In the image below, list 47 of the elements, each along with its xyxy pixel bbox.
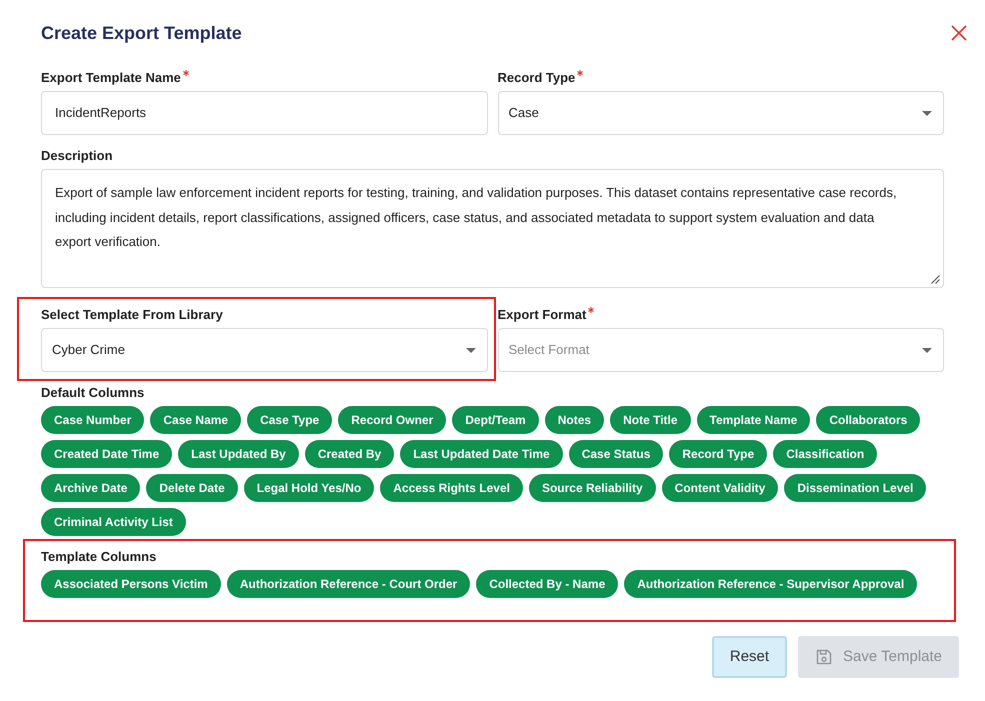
column-chip: Note Title <box>610 406 691 434</box>
column-chip: Last Updated Date Time <box>400 440 563 468</box>
dropdown[interactable]: Cyber Crime <box>41 328 488 372</box>
column-chip: Case Status <box>568 440 664 468</box>
column-chip: Collected By - Name <box>476 570 618 598</box>
column-chip: Dissemination Level <box>784 474 926 502</box>
column-chip: Created Date Time <box>41 440 172 468</box>
close-button[interactable] <box>950 24 968 42</box>
section-label: Default Columns <box>41 384 146 402</box>
column-chip: Created By <box>304 440 394 468</box>
column-chip: Case Number <box>41 406 144 434</box>
column-chip: Last Updated By <box>178 440 299 468</box>
column-chip: Associated Persons Victim <box>41 570 221 598</box>
close-icon <box>951 25 967 41</box>
caret-down-icon <box>922 348 932 352</box>
column-chip: Criminal Activity List <box>41 508 186 536</box>
column-chip: Source Reliability <box>528 474 656 502</box>
section-label: Template Columns <box>41 548 158 566</box>
column-chip: Legal Hold Yes/No <box>244 474 374 502</box>
column-chip: Case Type <box>247 406 332 434</box>
description-text-area[interactable]: Export of sample law enforcement incident reports for testing, training, and validation purposes. This dataset contains representative case records, including incident details, report classifications, assigned officers, case status, and associated metadata to support system evaluation and data export verification. <box>41 169 944 288</box>
column-chip: Authorization Reference - Court Order <box>226 570 470 598</box>
column-chip: Archive Date <box>41 474 140 502</box>
field-label: Record Type <box>498 69 576 87</box>
column-chip: Dept/Team <box>452 406 539 434</box>
dialog-title: Create Export Template <box>41 22 242 45</box>
column-chip: Delete Date <box>146 474 238 502</box>
column-chip: Case Name <box>150 406 242 434</box>
reset-button[interactable]: Reset <box>712 636 788 678</box>
column-chip: Collaborators <box>816 406 920 434</box>
field-label: Export Format <box>498 306 586 324</box>
caret-down-icon <box>466 348 476 352</box>
column-chip: Notes <box>544 406 604 434</box>
column-chip: Template Name <box>696 406 810 434</box>
text-field[interactable]: IncidentReports <box>41 91 488 135</box>
caret-down-icon <box>922 110 932 116</box>
dropdown[interactable]: Case <box>498 91 944 135</box>
resize-handle-icon <box>931 275 940 284</box>
field-label: Select Template From Library <box>41 306 223 324</box>
field-label: Export Template Name <box>41 69 181 87</box>
field-label: Description <box>41 147 113 165</box>
column-chip: Record Type <box>669 440 768 468</box>
column-chip: Classification <box>773 440 878 468</box>
column-chip: Authorization Reference - Supervisor Approval <box>624 570 918 598</box>
column-chip: Content Validity <box>662 474 778 502</box>
column-chip: Record Owner <box>338 406 446 434</box>
column-chip: Access Rights Level <box>380 474 523 502</box>
